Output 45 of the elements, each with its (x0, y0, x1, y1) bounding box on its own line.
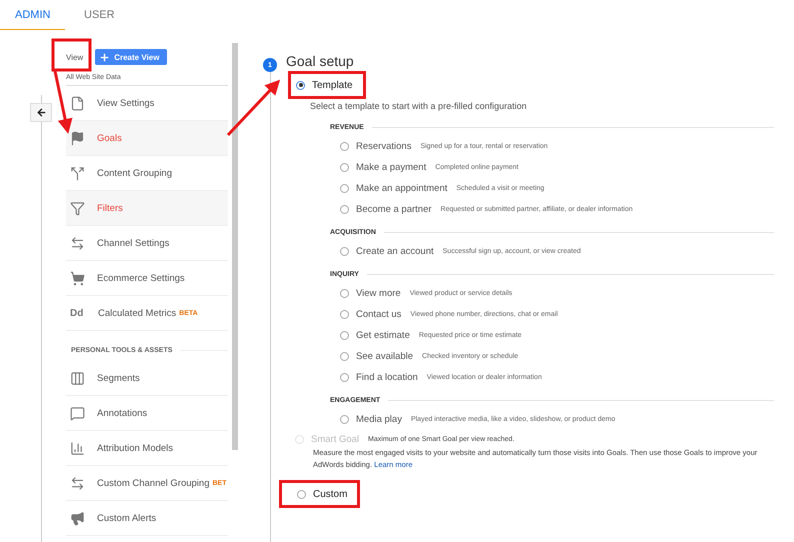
fork-icon (70, 166, 85, 180)
tab[interactable]: USER (84, 0, 115, 30)
flag-icon (70, 130, 85, 146)
annotation-arrow (54, 70, 72, 134)
letters-icon: Dd (70, 308, 86, 318)
menu-item[interactable]: Custom Alerts (66, 501, 228, 536)
tab[interactable]: ADMIN (0, 0, 65, 30)
goal-radio[interactable]: See available (340, 351, 414, 362)
columns-icon (70, 370, 85, 386)
goal-radio[interactable]: Contact us (340, 309, 402, 320)
megaphone-icon (70, 510, 85, 526)
goal-radio[interactable]: Make a payment (340, 162, 426, 173)
cart-icon (70, 270, 85, 286)
menu-item[interactable]: Goals (66, 121, 228, 156)
menu-item[interactable]: Annotations (66, 396, 228, 431)
goal-radio[interactable]: Get estimate (340, 330, 410, 341)
goal-radio[interactable]: Reservations (340, 141, 412, 152)
view-label: View (66, 52, 84, 64)
page-icon (70, 96, 85, 110)
menu-item[interactable]: Filters (66, 191, 228, 226)
template-radio[interactable]: Template (296, 80, 353, 90)
template-description: Select a template to start with a pre-filled configuration (310, 101, 528, 113)
scrollbar[interactable] (232, 43, 238, 450)
menu-item[interactable]: Channel Settings (66, 226, 228, 261)
goal-radio[interactable]: View more (340, 288, 401, 299)
speech-bubble-icon (70, 406, 85, 420)
create-view-button[interactable]: Create View (95, 49, 168, 65)
arrows-icon (70, 236, 85, 250)
bar-chart-icon (70, 440, 85, 456)
menu-item[interactable]: Segments (66, 361, 228, 396)
custom-radio[interactable]: Custom (297, 488, 348, 500)
annotation-arrow (226, 80, 280, 136)
funnel-icon (70, 200, 85, 216)
menu-item[interactable]: Attribution Models (66, 431, 228, 466)
menu-item[interactable]: Ecommerce Settings (66, 261, 228, 296)
goal-radio[interactable]: Media play (340, 414, 402, 425)
goal-radio[interactable]: Make an appointment (340, 183, 448, 194)
goal-radio[interactable]: Create an account (340, 246, 434, 257)
arrows-icon (70, 476, 85, 490)
goal-radio[interactable]: Become a partner (340, 204, 432, 215)
section-title: Goal setup (286, 53, 355, 71)
back-button[interactable] (30, 103, 52, 122)
back-arrow-icon (36, 107, 46, 118)
plus-icon (99, 52, 110, 62)
goal-radio[interactable]: Find a location (340, 372, 418, 383)
